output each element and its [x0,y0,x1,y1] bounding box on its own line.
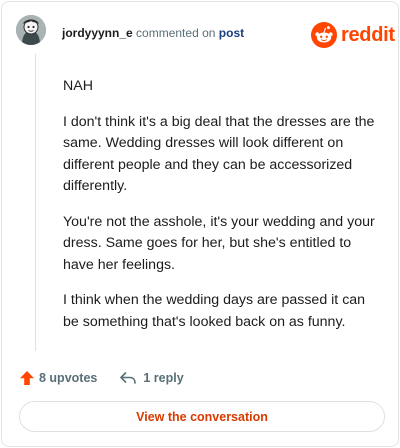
comment-paragraph: NAH [63,78,93,94]
comment-paragraph: I don't think it's a big deal that the d… [63,113,375,195]
user-avatar[interactable] [16,15,46,45]
reddit-logo[interactable]: reddit [311,21,395,49]
comment-body: NAH I don't think it's a big deal that t… [63,76,383,347]
thread-line [35,54,36,351]
comment-paragraph: You're not the asshole, it's your weddin… [63,213,375,273]
username[interactable]: jordyyynn_e [62,26,133,40]
reply-button[interactable]: 1 reply [119,370,184,386]
view-conversation-button[interactable]: View the conversation [19,401,385,432]
comment-paragraph: I think when the wedding days are passed… [63,292,366,330]
action-text: commented on [136,26,216,40]
comment-header: jordyyynn_e commented on post [62,25,244,41]
avatar-icon [16,15,46,45]
reddit-wordmark: reddit [341,23,395,46]
reply-count: 1 reply [143,371,184,385]
reddit-snoo-icon [311,22,337,48]
reply-arrow-icon [120,372,137,384]
upvote-count: 8 upvotes [39,371,98,385]
comment-embed-card: jordyyynn_e commented on post reddit NAH… [1,1,399,447]
upvote-button[interactable]: 8 upvotes [19,370,97,386]
upvote-arrow-icon [20,371,34,385]
post-link[interactable]: post [219,26,244,40]
comment-footer: 8 upvotes 1 reply [19,368,184,388]
